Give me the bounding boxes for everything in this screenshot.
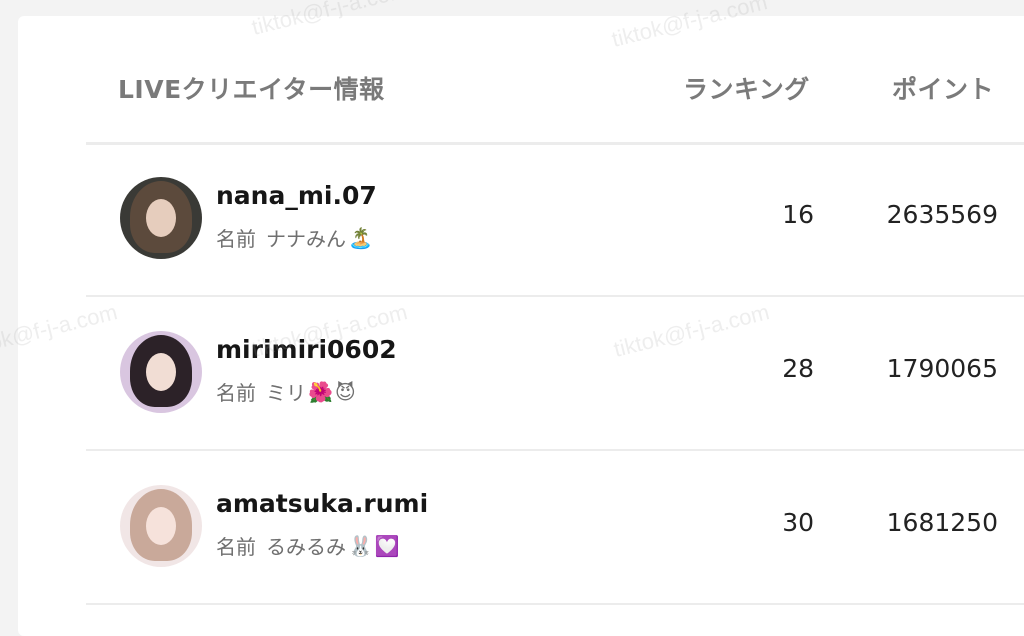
creator-display-name: ナナみん: [266, 227, 346, 251]
avatar[interactable]: [120, 331, 202, 413]
table-row[interactable]: amatsuka.rumi 名前 るみるみ 🐰 💟 30 1681250: [86, 451, 1024, 605]
column-header-creator-info: LIVEクリエイター情報: [118, 75, 385, 104]
table-header: LIVEクリエイター情報 ランキング ポイント: [86, 16, 1024, 145]
creator-username[interactable]: nana_mi.07: [216, 181, 377, 210]
points-value: 1790065: [886, 354, 998, 383]
name-label: 名前: [216, 381, 256, 405]
creator-name-line: 名前 ミリ 🌺 😈: [216, 377, 356, 406]
creator-username[interactable]: amatsuka.rumi: [216, 489, 428, 518]
ranking-panel: LIVEクリエイター情報 ランキング ポイント nana_mi.07 名前 ナナ…: [18, 16, 1024, 636]
name-label: 名前: [216, 535, 256, 559]
rank-value: 16: [782, 200, 814, 229]
creator-display-name: るみるみ: [266, 535, 346, 559]
creator-name-line: 名前 るみるみ 🐰 💟: [216, 531, 400, 560]
devil-emoji-icon: 😈: [334, 379, 356, 404]
column-header-ranking: ランキング: [683, 75, 810, 104]
avatar[interactable]: [120, 485, 202, 567]
rank-value: 28: [782, 354, 814, 383]
points-value: 1681250: [886, 508, 998, 537]
name-label: 名前: [216, 227, 256, 251]
column-header-points: ポイント: [892, 75, 995, 104]
creator-display-name: ミリ: [266, 381, 306, 405]
island-emoji-icon: 🏝️: [348, 225, 373, 250]
creator-name-line: 名前 ナナみん 🏝️: [216, 223, 373, 252]
rabbit-emoji-icon: 🐰: [348, 533, 373, 558]
creator-username[interactable]: mirimiri0602: [216, 335, 397, 364]
avatar[interactable]: [120, 177, 202, 259]
table-row[interactable]: mirimiri0602 名前 ミリ 🌺 😈 28 1790065: [86, 297, 1024, 451]
table-row[interactable]: nana_mi.07 名前 ナナみん 🏝️ 16 2635569: [86, 143, 1024, 297]
heart-decoration-emoji-icon: 💟: [374, 533, 400, 558]
points-value: 2635569: [886, 200, 998, 229]
hibiscus-emoji-icon: 🌺: [308, 379, 333, 404]
rank-value: 30: [782, 508, 814, 537]
